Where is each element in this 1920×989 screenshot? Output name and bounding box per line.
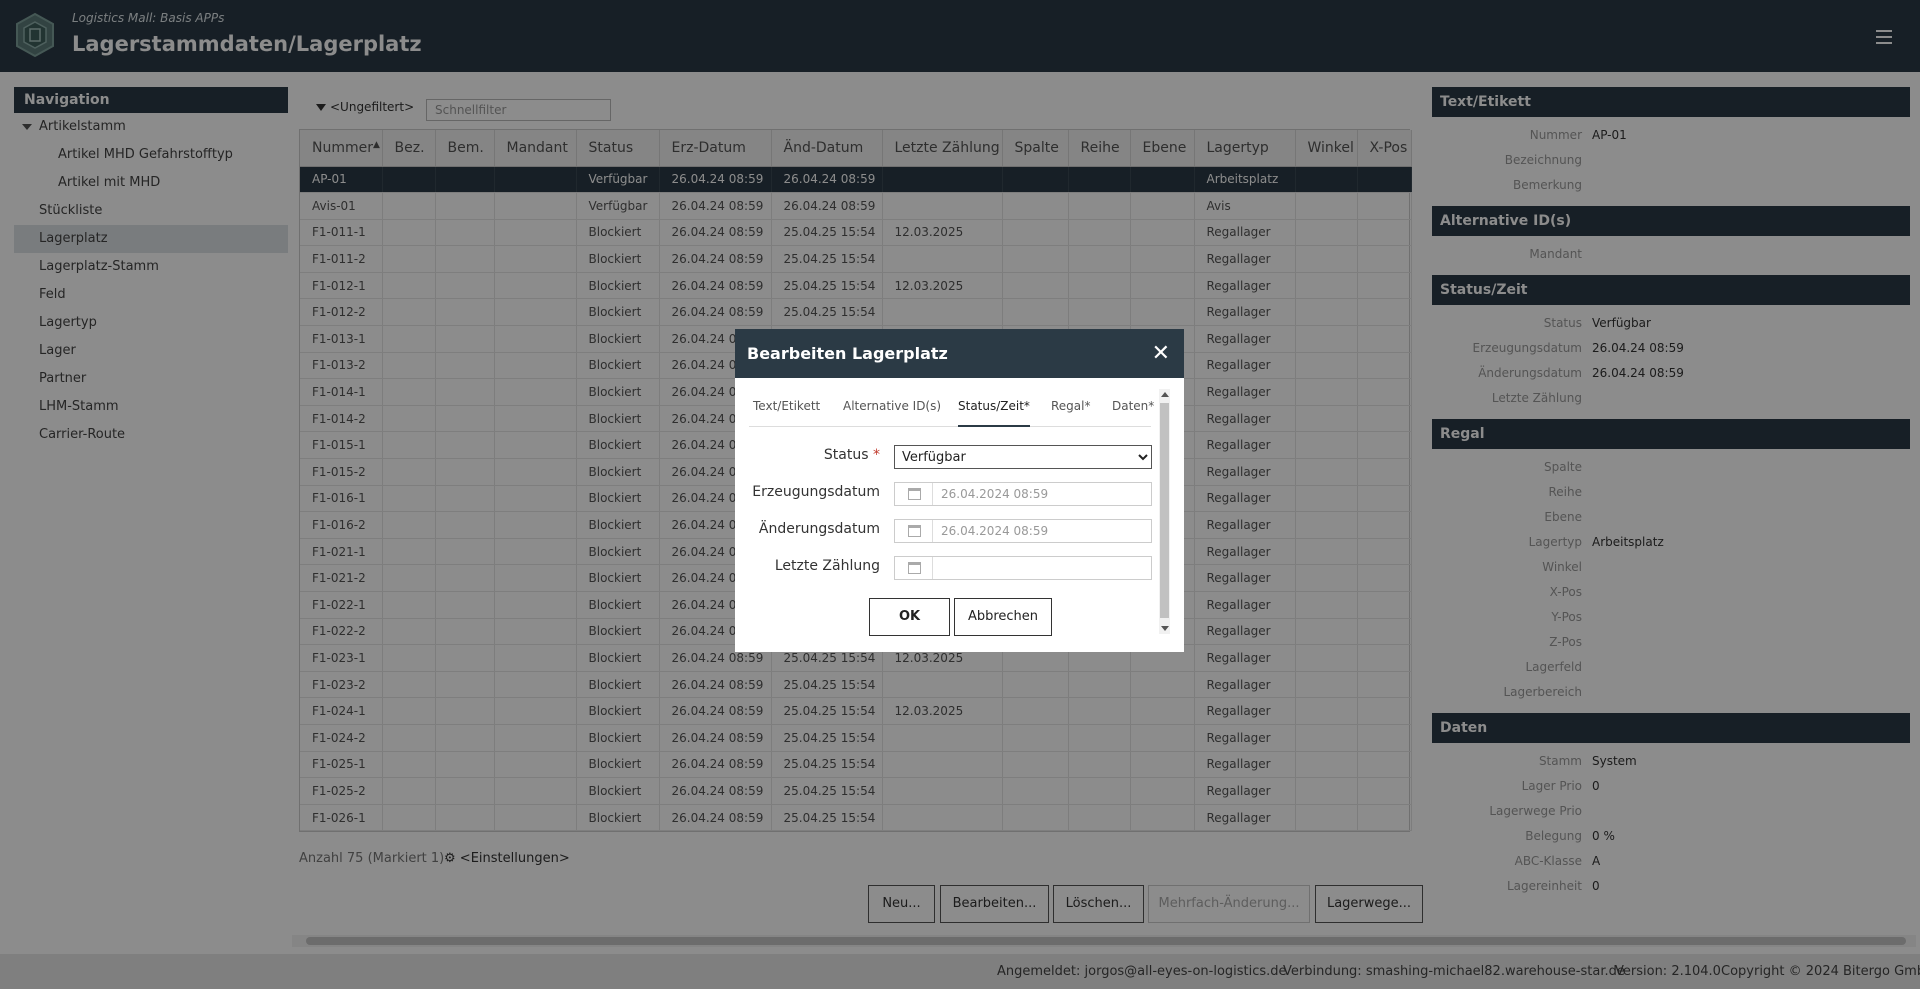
dialog-tab[interactable]: Daten* <box>1112 395 1154 427</box>
dialog-header: Bearbeiten Lagerplatz ✕ <box>735 329 1184 378</box>
created-date-field[interactable]: 26.04.2024 08:59 <box>894 482 1152 506</box>
scroll-up-icon[interactable] <box>1161 392 1169 397</box>
calendar-icon <box>908 562 921 574</box>
changed-calendar-button[interactable] <box>895 520 933 542</box>
close-icon[interactable]: ✕ <box>1152 329 1170 378</box>
changed-date-field[interactable]: 26.04.2024 08:59 <box>894 519 1152 543</box>
dialog-tab[interactable]: Status/Zeit* <box>958 395 1030 427</box>
created-date-value: 26.04.2024 08:59 <box>941 487 1049 501</box>
dialog-tabs: Text/Etikett Alternative ID(s) Status/Zeit… <box>749 395 1154 427</box>
created-calendar-button[interactable] <box>895 483 933 505</box>
changed-date-label: Änderungsdatum <box>758 521 880 537</box>
created-date-label: Erzeugungsdatum <box>752 484 880 500</box>
calendar-icon <box>908 488 921 500</box>
scroll-down-icon[interactable] <box>1161 626 1169 631</box>
status-label-text: Status <box>823 447 869 463</box>
last-count-calendar-button[interactable] <box>895 557 933 579</box>
scrollbar-thumb[interactable] <box>1160 403 1169 618</box>
changed-date-value: 26.04.2024 08:59 <box>941 524 1049 538</box>
dialog-tab[interactable]: Text/Etikett <box>753 395 820 427</box>
calendar-icon <box>908 525 921 537</box>
required-marker: * <box>873 447 880 463</box>
dialog-scrollbar[interactable] <box>1159 389 1170 634</box>
edit-storage-location-dialog: Bearbeiten Lagerplatz ✕ Text/Etikett Alte… <box>735 329 1184 652</box>
status-select[interactable]: Verfügbar <box>894 445 1152 469</box>
status-field-label: Status * <box>749 447 880 463</box>
last-count-field[interactable] <box>894 556 1152 580</box>
ok-button[interactable]: OK <box>869 598 950 636</box>
last-count-label: Letzte Zählung <box>774 558 880 574</box>
cancel-button[interactable]: Abbrechen <box>954 598 1052 636</box>
dialog-tab[interactable]: Alternative ID(s) <box>843 395 941 427</box>
dialog-tab[interactable]: Regal* <box>1051 395 1091 427</box>
dialog-title: Bearbeiten Lagerplatz <box>747 344 948 363</box>
